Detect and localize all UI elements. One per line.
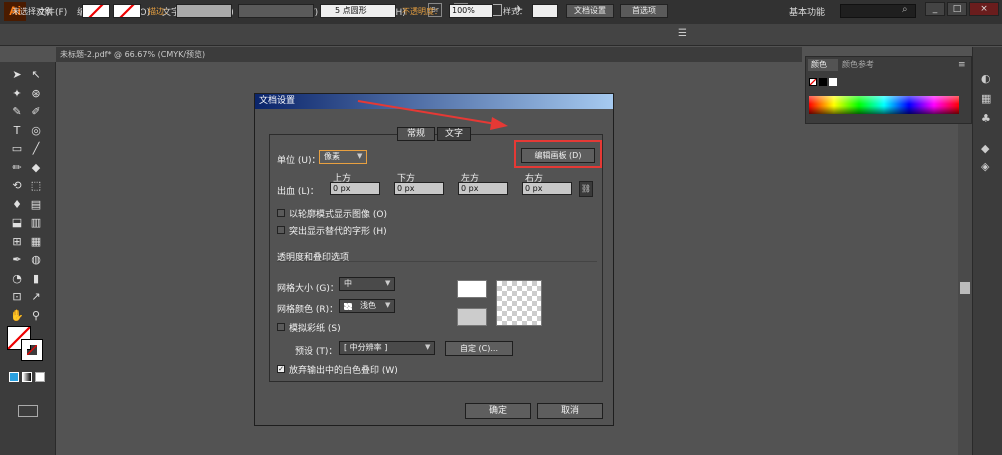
annotation-arrow <box>357 100 508 130</box>
